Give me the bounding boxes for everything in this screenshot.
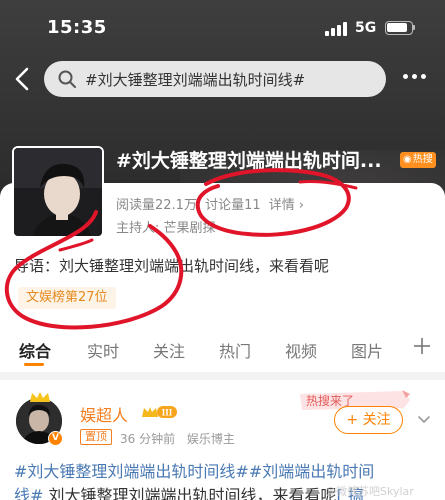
member-level: III xyxy=(162,408,173,418)
tab-realtime[interactable]: 实时 xyxy=(87,338,119,362)
crown-level-icon: III xyxy=(142,406,177,418)
chevron-right-icon: › xyxy=(298,198,304,213)
status-bar: 15:35 5G xyxy=(0,0,445,58)
tab-following[interactable]: 关注 xyxy=(153,338,185,362)
tab-all[interactable]: 综合 xyxy=(19,338,51,362)
topic-title: #刘大锤整理刘端端出轨时间... xyxy=(116,150,382,172)
discuss-count: 讨论量11 xyxy=(205,198,261,213)
plus-icon xyxy=(414,338,430,354)
tab-bar: 综合 实时 关注 热门 视频 图片 xyxy=(0,332,445,368)
rank-tag[interactable]: 文娱榜第27位 xyxy=(18,287,116,309)
network-label: 5G xyxy=(355,20,377,36)
post-text: 线# 刘大锤整理刘端端出轨时间线，来看看呢[ 搞 xyxy=(14,482,364,500)
status-time: 15:35 xyxy=(47,17,107,38)
search-icon xyxy=(58,70,76,88)
search-input[interactable]: #刘大锤整理刘端端出轨时间线# xyxy=(44,61,386,97)
post-hashtags[interactable]: #刘大锤整理刘端端出轨时间线##刘端端出轨时间 xyxy=(14,458,374,482)
more-button[interactable] xyxy=(403,74,427,82)
follow-button[interactable]: + 关注 xyxy=(334,406,403,434)
host-name[interactable]: 芒果剧探 xyxy=(164,221,216,236)
add-tab-button[interactable] xyxy=(412,336,432,356)
post-meta: 36 分钟前 娱乐博主 xyxy=(120,430,243,447)
topic-host: 主持人: 芒果剧探 xyxy=(116,217,216,236)
tab-photos[interactable]: 图片 xyxy=(351,338,383,362)
details-label: 详情 xyxy=(268,198,295,213)
back-button[interactable] xyxy=(10,64,36,94)
hot-badge: ◉ 热搜 xyxy=(400,152,436,168)
details-link[interactable]: 详情 › xyxy=(269,198,308,213)
watermark: @微博苏吧Skylar xyxy=(325,485,414,498)
battery-icon xyxy=(385,21,415,35)
topic-avatar xyxy=(12,146,104,238)
topic-stats: 阅读量22.1万 讨论量11 详情 › xyxy=(116,194,312,213)
post-body: 刘大锤整理刘端端出轨时间线，来看看呢 xyxy=(43,486,337,500)
host-label: 主持人: xyxy=(116,221,160,236)
active-tab-indicator xyxy=(24,363,44,366)
signal-icon xyxy=(325,22,347,36)
read-count: 阅读量22.1万 xyxy=(116,198,197,213)
hot-badge-label: 热搜 xyxy=(412,154,433,165)
pinned-tag: 置顶 xyxy=(80,429,112,445)
verified-icon: V xyxy=(48,431,63,446)
section-divider xyxy=(0,372,445,380)
tab-hot[interactable]: 热门 xyxy=(219,338,251,362)
post-menu-button[interactable] xyxy=(416,412,432,428)
post-time: 36 分钟前 xyxy=(120,432,176,446)
post-hashtag-tail[interactable]: 线# xyxy=(14,486,43,500)
member-badge: III xyxy=(140,404,178,420)
post-author[interactable]: 娱超人 xyxy=(80,402,128,426)
chevron-left-icon xyxy=(15,67,29,91)
crown-icon xyxy=(28,388,52,402)
topic-intro: 导语：刘大锤整理刘端端出轨时间线，来看看呢 xyxy=(14,257,330,275)
fire-icon: ◉ xyxy=(403,154,412,165)
chevron-down-icon xyxy=(418,416,430,424)
tab-video[interactable]: 视频 xyxy=(285,338,317,362)
post-source: 娱乐博主 xyxy=(186,432,235,446)
search-query: #刘大锤整理刘端端出轨时间线# xyxy=(85,70,306,89)
